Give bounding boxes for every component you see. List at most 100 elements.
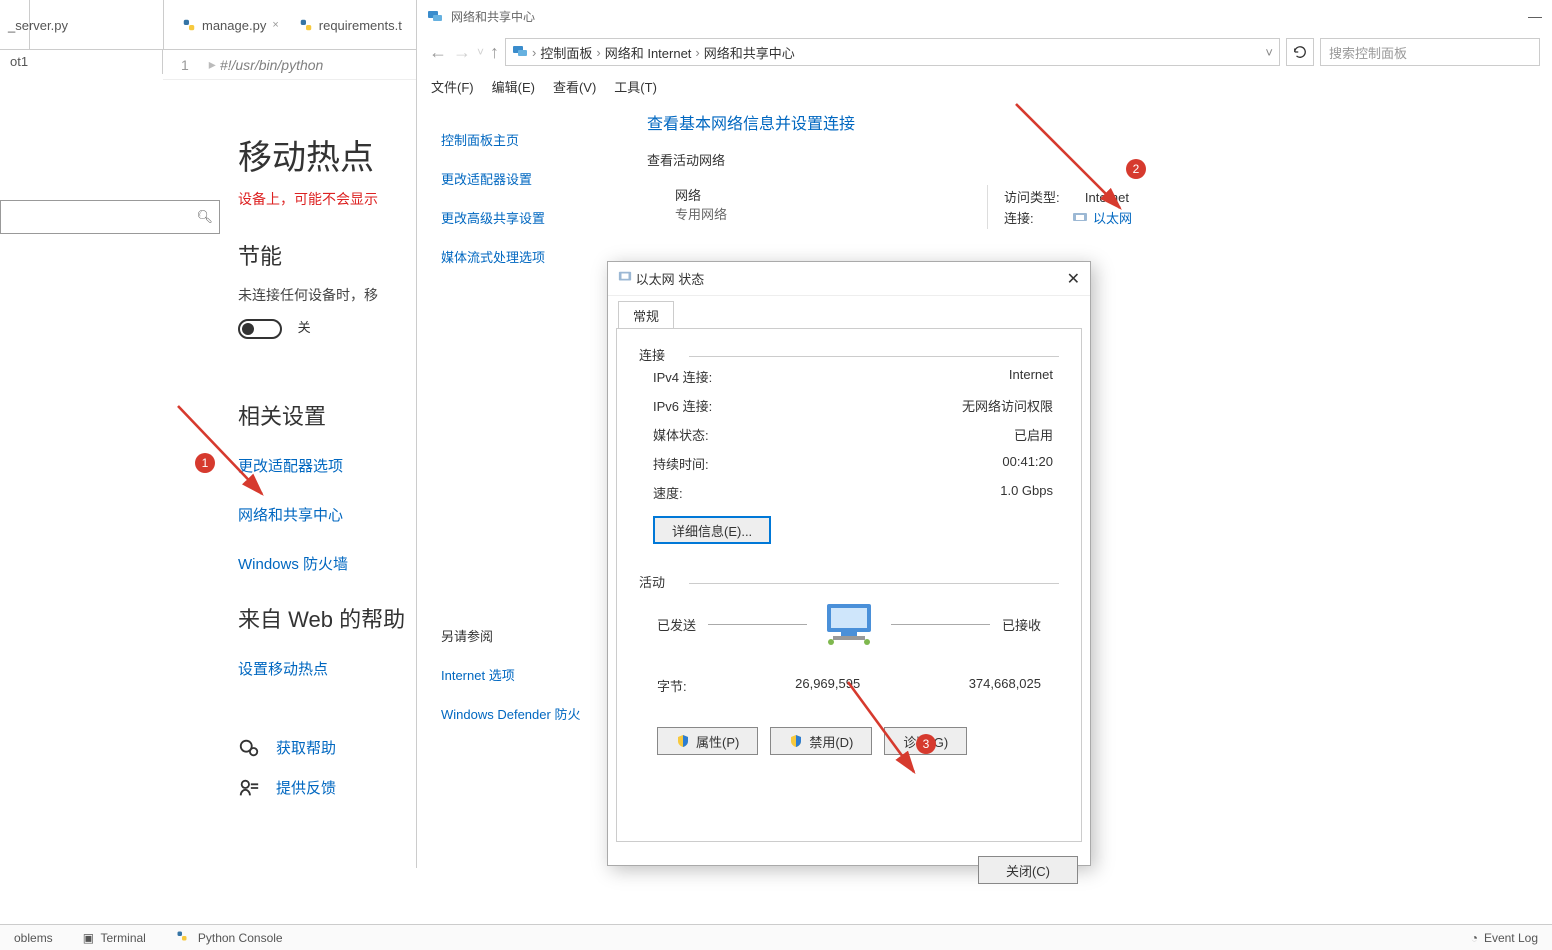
menu-view[interactable]: 查看(V) <box>553 77 596 96</box>
nav-history-button[interactable]: ˅ <box>477 45 484 59</box>
properties-button[interactable]: 属性(P) <box>657 727 758 755</box>
kv-label: 媒体状态: <box>653 425 709 444</box>
ethernet-status-dialog: 以太网 状态 ✕ 常规 连接 IPv4 连接: Internet IPv6 连接:… <box>607 261 1091 866</box>
crumb-item[interactable]: 控制面板 <box>540 43 592 62</box>
window-titlebar[interactable]: 网络和共享中心 — <box>417 0 1552 32</box>
connection-label: 连接: <box>1004 211 1034 226</box>
control-panel-sidebar: 控制面板主页 更改适配器设置 更改高级共享设置 媒体流式处理选项 另请参阅 In… <box>417 104 627 749</box>
active-network-details: 访问类型: Internet 连接: 以太网 <box>987 185 1132 229</box>
kv-value: 1.0 Gbps <box>1000 483 1053 502</box>
chevron-right-icon: › <box>695 45 699 60</box>
menu-edit[interactable]: 编辑(E) <box>492 77 535 96</box>
active-network-info: 网络 专用网络 <box>647 185 947 229</box>
tab-terminal[interactable]: ▣ Terminal <box>83 931 146 945</box>
toggle-switch[interactable] <box>238 319 282 339</box>
menu-file[interactable]: 文件(F) <box>431 77 474 96</box>
group-separator <box>689 356 1059 357</box>
crumb-item[interactable]: 网络和共享中心 <box>704 43 795 62</box>
network-name: 网络 <box>675 185 947 204</box>
editor-tab[interactable]: manage.py × <box>174 16 287 35</box>
chevron-right-icon: › <box>532 45 536 60</box>
nav-forward-button[interactable]: → <box>453 42 471 63</box>
subheader: 查看活动网络 <box>647 150 1532 169</box>
link-media-streaming[interactable]: 媒体流式处理选项 <box>441 247 603 266</box>
chevron-right-icon: › <box>596 45 600 60</box>
nav-up-button[interactable]: ↑ <box>490 42 499 63</box>
editor-tab-label: _server.py <box>8 18 68 33</box>
project-tree-item[interactable]: ot1 <box>0 50 163 74</box>
nav-back-button[interactable]: ← <box>429 42 447 63</box>
kv-label: 速度: <box>653 483 683 502</box>
button-label: 属性(P) <box>696 732 739 751</box>
disable-button[interactable]: 禁用(D) <box>770 727 872 755</box>
close-icon[interactable]: × <box>272 19 278 31</box>
settings-search-input[interactable]: 🔍︎ <box>0 200 220 234</box>
network-icon <box>512 43 528 62</box>
group-activity: 活动 <box>639 572 1059 591</box>
link-cp-home[interactable]: 控制面板主页 <box>441 130 603 149</box>
kv-label: 持续时间: <box>653 454 709 473</box>
ide-bottom-bar: oblems ▣ Terminal Python Console ◔ Event… <box>0 924 1552 950</box>
kv-label: IPv4 连接: <box>653 367 712 386</box>
tab-general[interactable]: 常规 <box>618 301 674 329</box>
feedback-icon <box>238 777 260 799</box>
page-headline: 查看基本网络信息并设置连接 <box>647 110 1532 134</box>
annotation-badge-1: 1 <box>195 453 215 473</box>
link-advanced-sharing[interactable]: 更改高级共享设置 <box>441 208 603 227</box>
ethernet-icon <box>1073 211 1093 226</box>
access-type-label: 访问类型: <box>1004 190 1060 205</box>
kv-value: 无网络访问权限 <box>962 396 1053 415</box>
tab-event-log[interactable]: ◔ Event Log <box>1471 931 1538 945</box>
button-label: 关闭(C) <box>1006 861 1050 880</box>
network-icon <box>427 8 443 24</box>
link-internet-options[interactable]: Internet 选项 <box>441 665 603 684</box>
editor-tab-active[interactable]: _server.py <box>0 0 30 50</box>
event-log-icon: ◔ <box>1471 931 1478 945</box>
computer-network-icon <box>819 602 879 646</box>
help-icon <box>238 737 260 759</box>
details-button[interactable]: 详细信息(E)... <box>653 516 771 544</box>
activity-row: 已发送 已接收 <box>639 602 1059 646</box>
control-panel-search[interactable]: 搜索控制面板 <box>1320 38 1540 66</box>
project-tree-item-label: ot1 <box>10 54 28 69</box>
editor-tab[interactable]: requirements.t <box>291 16 410 35</box>
python-file-icon <box>182 18 196 32</box>
python-file-icon <box>299 18 313 32</box>
link-label: 提供反馈 <box>276 777 336 798</box>
tab-problems[interactable]: oblems <box>14 931 53 945</box>
toggle-label: 关 <box>298 320 311 335</box>
line-number: 1 <box>181 57 189 73</box>
minimize-button[interactable]: — <box>1528 8 1542 24</box>
dialog-titlebar[interactable]: 以太网 状态 ✕ <box>608 262 1090 296</box>
ethernet-icon <box>618 270 632 287</box>
refresh-button[interactable] <box>1286 38 1314 66</box>
breadcrumb[interactable]: › 控制面板 › 网络和 Internet › 网络和共享中心 ˅ <box>505 38 1280 66</box>
close-button[interactable]: 关闭(C) <box>978 856 1078 884</box>
link-adapter-settings[interactable]: 更改适配器设置 <box>441 169 603 188</box>
link-defender-firewall[interactable]: Windows Defender 防火 <box>441 704 603 723</box>
gutter-mark-icon: ▸ <box>209 56 216 73</box>
editor-tab-label: manage.py <box>202 18 266 33</box>
bytes-sent-value: 26,969,595 <box>795 676 860 695</box>
bytes-recv-value: 374,668,025 <box>969 676 1041 695</box>
chevron-down-icon[interactable]: ˅ <box>1265 45 1273 60</box>
kv-label: IPv6 连接: <box>653 396 712 415</box>
group-connection: 连接 <box>639 345 1059 364</box>
menu-tools[interactable]: 工具(T) <box>614 77 657 96</box>
access-type-value: Internet <box>1085 190 1129 205</box>
refresh-icon <box>1293 45 1307 59</box>
tab-label: Terminal <box>100 931 145 945</box>
link-ethernet-connection[interactable]: 以太网 <box>1093 211 1132 226</box>
bytes-row: 字节: 26,969,595 374,668,025 <box>639 676 1059 695</box>
close-button[interactable]: ✕ <box>1067 269 1080 289</box>
link-label: 获取帮助 <box>276 737 336 758</box>
crumb-item[interactable]: 网络和 Internet <box>605 43 692 62</box>
tab-label: Event Log <box>1484 931 1538 945</box>
bytes-label: 字节: <box>657 676 687 695</box>
kv-value: 00:41:20 <box>1002 454 1053 473</box>
editor-tabbar: manage.py × requirements.t <box>163 0 410 50</box>
shield-icon <box>676 734 690 748</box>
kv-value: Internet <box>1009 367 1053 386</box>
tab-python-console[interactable]: Python Console <box>176 930 283 945</box>
dialog-title: 以太网 状态 <box>636 269 705 288</box>
